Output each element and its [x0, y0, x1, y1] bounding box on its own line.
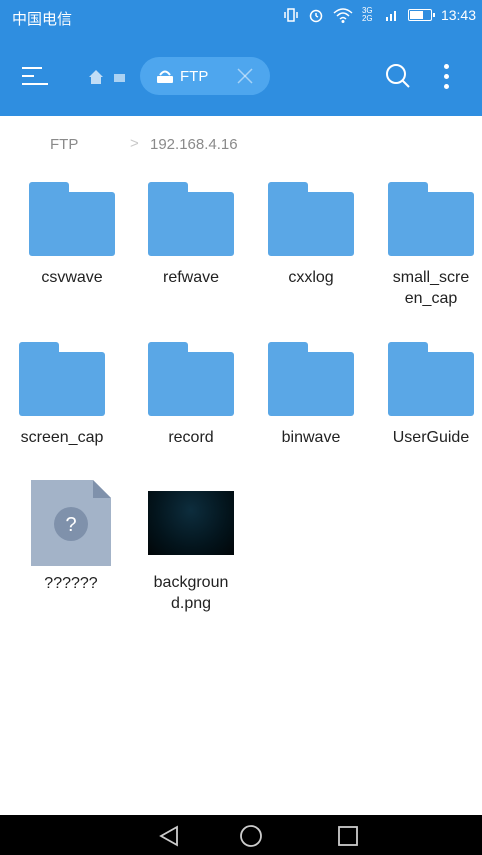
- menu-icon: [22, 67, 48, 85]
- folder-icon: [388, 182, 474, 256]
- unknown-file-icon: ?: [31, 480, 111, 566]
- more-vert-icon[interactable]: [438, 60, 454, 96]
- folder-item[interactable]: screen_cap: [2, 330, 122, 448]
- close-icon[interactable]: [236, 67, 254, 85]
- file-name: screen_cap: [20, 429, 104, 446]
- signal-icon: [385, 11, 396, 21]
- folder-item[interactable]: record: [131, 330, 251, 448]
- folder-icon: [29, 182, 115, 256]
- breadcrumb-root[interactable]: FTP: [50, 136, 78, 153]
- home-nav-icon[interactable]: [239, 824, 263, 848]
- folder-icon: [148, 342, 234, 416]
- status-bar: 中国电信 3G 2G 13:43: [0, 0, 482, 38]
- file-name: cxxlog: [288, 269, 334, 286]
- folder-item[interactable]: csvwave: [12, 170, 132, 288]
- alarm-icon: [309, 9, 323, 23]
- router-icon: [157, 70, 173, 83]
- clock: 13:43: [440, 7, 476, 23]
- vibrate-icon: [284, 8, 298, 22]
- file-name: refwave: [162, 269, 220, 286]
- tab-ftp[interactable]: FTP: [140, 57, 270, 95]
- folder-icon: [19, 342, 105, 416]
- carrier-name: 中国电信: [12, 11, 73, 28]
- breadcrumb-separator: >: [130, 135, 139, 152]
- navigation-bar: [0, 815, 482, 855]
- search-icon[interactable]: [384, 62, 412, 90]
- back-icon[interactable]: [159, 825, 179, 847]
- path-separator: [114, 74, 125, 82]
- folder-icon: [268, 342, 354, 416]
- folder-item[interactable]: cxxlog: [251, 170, 371, 288]
- file-name: ??????: [44, 575, 98, 592]
- tab-label: FTP: [180, 67, 209, 85]
- folder-item[interactable]: refwave: [131, 170, 251, 288]
- image-thumbnail: [148, 491, 234, 555]
- folder-item[interactable]: binwave: [251, 330, 371, 448]
- file-item[interactable]: ? ??????: [11, 480, 131, 594]
- file-name: binwave: [281, 429, 341, 446]
- folder-icon: [388, 342, 474, 416]
- folder-item[interactable]: small_scre en_cap: [371, 170, 482, 309]
- recent-apps-icon[interactable]: [337, 825, 359, 847]
- folder-item[interactable]: UserGuide: [371, 330, 482, 448]
- file-name: backgroun d.png: [153, 574, 229, 612]
- home-icon[interactable]: [88, 69, 104, 85]
- breadcrumb-current[interactable]: 192.168.4.16: [150, 136, 238, 153]
- file-name: csvwave: [41, 269, 103, 286]
- folder-icon: [268, 182, 354, 256]
- breadcrumb: FTP > 192.168.4.16: [0, 126, 482, 162]
- status-icons: 3G 2G 13:43: [283, 7, 476, 23]
- file-name: UserGuide: [392, 429, 470, 446]
- menu-button[interactable]: [20, 62, 50, 92]
- unknown-file-glyph: ?: [65, 514, 76, 536]
- file-item[interactable]: backgroun d.png: [131, 480, 251, 614]
- folder-icon: [148, 182, 234, 256]
- file-name: small_scre en_cap: [392, 269, 470, 307]
- app-bar: FTP: [0, 38, 482, 116]
- battery-icon: [407, 9, 435, 21]
- wifi-icon: [333, 8, 353, 23]
- network-type: 3G 2G: [361, 6, 373, 23]
- file-name: record: [168, 429, 214, 446]
